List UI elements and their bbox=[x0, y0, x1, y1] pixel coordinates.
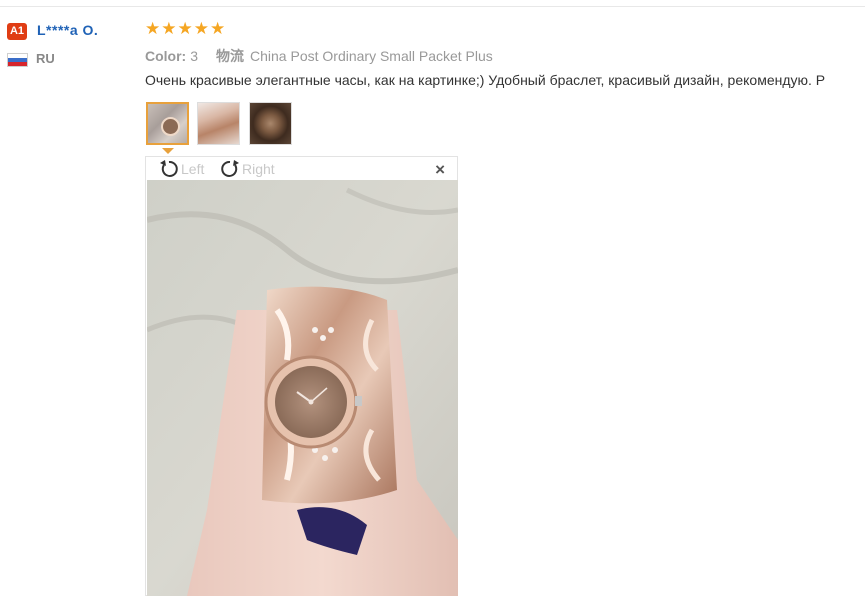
shipping-value: China Post Ordinary Small Packet Plus bbox=[250, 48, 493, 64]
reviewer-name: L****a O. bbox=[37, 22, 99, 38]
color-value: 3 bbox=[190, 48, 199, 64]
star-icon: ★ bbox=[161, 19, 177, 38]
review-photo bbox=[147, 180, 458, 596]
order-info: Color: 3 物流 China Post Ordinary Small Packe… bbox=[145, 46, 493, 66]
rating-stars: ★ ★ ★ ★ ★ bbox=[145, 19, 225, 39]
selected-thumbnail-caret bbox=[162, 148, 174, 154]
top-divider bbox=[0, 6, 865, 7]
rotate-left-button[interactable]: Left bbox=[158, 157, 204, 180]
review-text: Очень красивые элегантные часы, как на к… bbox=[145, 72, 826, 88]
reviewer-country: RU bbox=[36, 51, 55, 66]
rotate-left-icon bbox=[160, 159, 178, 177]
rotate-right-icon bbox=[221, 159, 239, 177]
rotate-right-label: Right bbox=[242, 160, 275, 177]
star-icon: ★ bbox=[177, 19, 193, 38]
rotate-right-button[interactable]: Right bbox=[219, 157, 275, 180]
review-photo-thumbnail-1[interactable] bbox=[146, 102, 189, 145]
star-icon: ★ bbox=[145, 19, 161, 38]
star-icon: ★ bbox=[210, 19, 226, 38]
review-photo-thumbnail-3[interactable] bbox=[249, 102, 292, 145]
photo-viewer-toolbar: Left Right × bbox=[146, 157, 457, 180]
shipping-label: 物流 bbox=[216, 48, 245, 64]
watch-photo-illustration bbox=[147, 180, 458, 596]
russia-flag-icon bbox=[7, 53, 28, 67]
close-viewer-button[interactable]: × bbox=[435, 160, 445, 180]
rotate-left-label: Left bbox=[181, 160, 205, 177]
photo-viewer: Left Right × bbox=[145, 156, 458, 596]
review-photo-thumbnail-2[interactable] bbox=[197, 102, 240, 145]
star-icon: ★ bbox=[193, 19, 209, 38]
buyer-level-badge: A1 bbox=[7, 23, 27, 40]
color-label: Color: bbox=[145, 48, 187, 64]
